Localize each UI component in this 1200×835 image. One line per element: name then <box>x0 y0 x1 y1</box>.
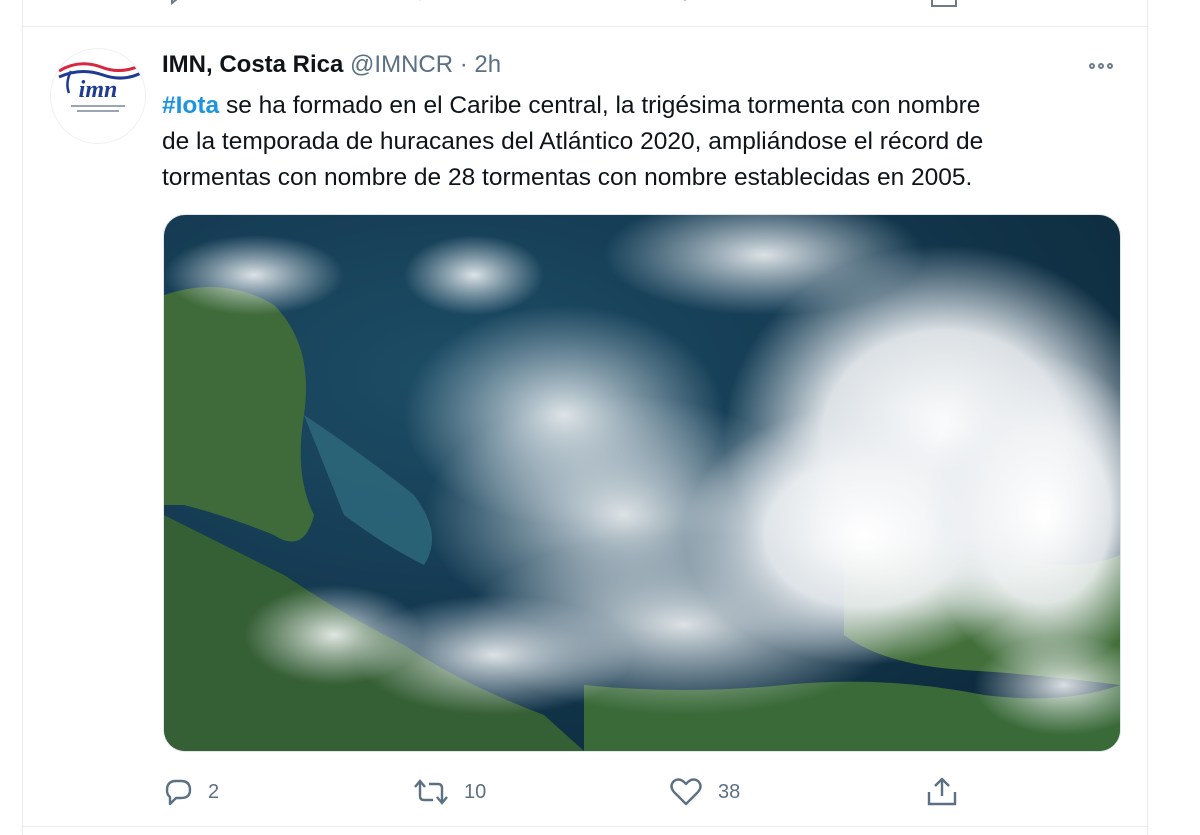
tweet-text-line-1-rest: se ha formado en el Caribe central, la t… <box>219 92 981 119</box>
retweet-count: 10 <box>464 780 487 803</box>
svg-text:imn: imn <box>79 77 118 103</box>
reply-button[interactable]: 2 <box>162 772 219 812</box>
timeline-right-border <box>1147 0 1148 835</box>
hashtag-link[interactable]: #Iota <box>162 92 219 119</box>
reply-count: 2 <box>208 780 220 803</box>
tweet-timestamp[interactable]: 2h <box>474 51 501 78</box>
tweet-media-image[interactable] <box>163 214 1121 752</box>
retweet-button[interactable]: 10 <box>412 772 486 812</box>
share-icon <box>927 777 957 806</box>
like-count: 38 <box>718 780 741 803</box>
retweet-icon <box>414 779 448 805</box>
reply-icon[interactable] <box>166 0 192 8</box>
tweet-text-line-2: de la temporada de huracanes del Atlánti… <box>162 128 984 155</box>
more-options-icon[interactable] <box>1083 56 1119 76</box>
share-button[interactable] <box>924 772 960 812</box>
author-name[interactable]: IMN, Costa Rica <box>162 51 343 78</box>
heart-icon <box>670 778 702 806</box>
tweet-text-line-3: tormentas con nombre de 28 tormentas con… <box>162 164 973 191</box>
separator-dot: · <box>459 51 468 78</box>
tweet-text-line-1: #Iota se ha formado en el Caribe central… <box>162 88 1122 124</box>
timeline-left-border <box>22 0 23 835</box>
like-button[interactable]: 38 <box>668 772 740 812</box>
more-dot <box>1098 63 1104 69</box>
tweet-header: IMN, Costa Rica @IMNCR · 2h <box>162 50 501 80</box>
imn-logo: imn <box>58 62 142 112</box>
author-handle[interactable]: @IMNCR <box>350 51 453 78</box>
tweet-divider-bottom <box>22 826 1148 827</box>
tweet-divider-top <box>22 26 1148 27</box>
retweet-icon[interactable] <box>416 0 442 8</box>
tweet-text: #Iota se ha formado en el Caribe central… <box>162 88 1122 196</box>
heart-icon[interactable] <box>672 0 698 8</box>
previous-tweet-actions <box>0 0 1200 10</box>
more-dot <box>1089 63 1095 69</box>
more-dot <box>1107 63 1113 69</box>
avatar[interactable]: imn <box>50 48 146 144</box>
reply-icon <box>165 779 192 806</box>
satellite-image <box>164 215 1120 751</box>
share-icon[interactable] <box>930 0 958 10</box>
